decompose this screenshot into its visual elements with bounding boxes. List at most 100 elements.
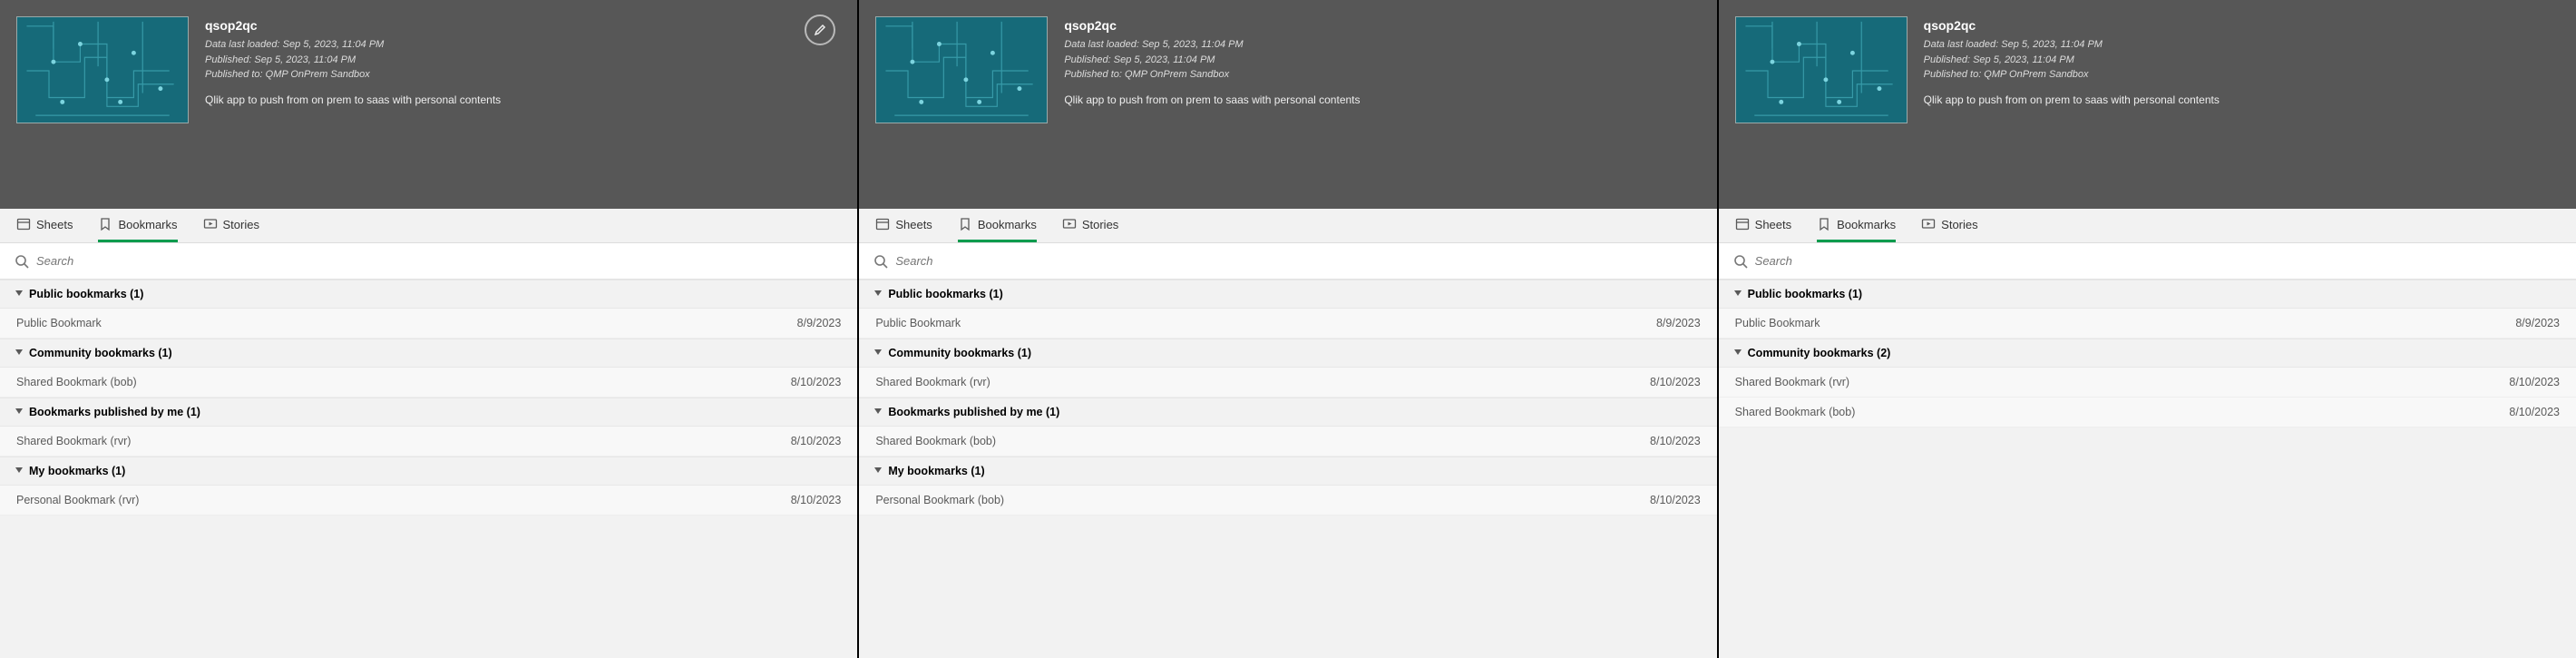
section-header[interactable]: Community bookmarks (1) xyxy=(0,339,857,368)
search-input[interactable] xyxy=(36,254,843,268)
stories-icon xyxy=(1921,217,1936,231)
bookmark-date: 8/10/2023 xyxy=(791,435,842,447)
section-header[interactable]: Bookmarks published by me (1) xyxy=(0,398,857,427)
tab-bookmarks[interactable]: Bookmarks xyxy=(958,209,1037,242)
section-header[interactable]: Public bookmarks (1) xyxy=(859,280,1716,309)
section-header[interactable]: Community bookmarks (2) xyxy=(1719,339,2576,368)
app-header: qsop2qcData last loaded: Sep 5, 2023, 11… xyxy=(859,0,1716,209)
bookmark-item[interactable]: Shared Bookmark (bob)8/10/2023 xyxy=(1719,398,2576,427)
app-title: qsop2qc xyxy=(1924,16,2220,35)
tab-stories[interactable]: Stories xyxy=(1921,209,1977,242)
bookmark-date: 8/9/2023 xyxy=(1656,317,1701,329)
app-header: qsop2qc Data last loaded: Sep 5, 2023, 11… xyxy=(1719,0,2576,209)
app-description: Qlik app to push from on prem to saas wi… xyxy=(1064,92,1360,108)
app-panel: qsop2qcData last loaded: Sep 5, 2023, 11… xyxy=(859,0,1718,658)
disclosure-icon xyxy=(873,288,883,300)
bookmark-item[interactable]: Public Bookmark8/9/2023 xyxy=(0,309,857,339)
bookmark-name: Shared Bookmark (rvr) xyxy=(16,435,131,447)
app-thumbnail xyxy=(875,16,1048,123)
section-header[interactable]: Community bookmarks (1) xyxy=(859,339,1716,368)
bookmark-item[interactable]: Shared Bookmark (bob)8/10/2023 xyxy=(0,368,857,398)
tab-label: Bookmarks xyxy=(118,218,177,231)
section-header[interactable]: My bookmarks (1) xyxy=(0,457,857,486)
app-published: Published: Sep 5, 2023, 11:04 PM xyxy=(1064,53,1360,68)
bookmark-item[interactable]: Public Bookmark8/9/2023 xyxy=(1719,309,2576,339)
tab-sheets[interactable]: Sheets xyxy=(875,209,932,242)
bookmarks-icon xyxy=(98,217,112,231)
section-title: My bookmarks (1) xyxy=(29,465,125,477)
tab-stories[interactable]: Stories xyxy=(203,209,259,242)
bookmark-name: Personal Bookmark (rvr) xyxy=(16,494,139,506)
search-input[interactable] xyxy=(895,254,1702,268)
disclosure-icon xyxy=(873,465,883,477)
disclosure-icon xyxy=(1733,288,1742,300)
app-last-loaded: Data last loaded: Sep 5, 2023, 11:04 PM xyxy=(205,37,501,53)
bookmark-item[interactable]: Personal Bookmark (rvr) 8/10/2023 xyxy=(0,486,857,516)
search-input[interactable] xyxy=(1755,254,2561,268)
section-header[interactable]: Public bookmarks (1) xyxy=(0,280,857,309)
stories-icon xyxy=(1062,217,1077,231)
tab-label: Bookmarks xyxy=(978,218,1037,231)
app-last-loaded: Data last loaded: Sep 5, 2023, 11:04 PM xyxy=(1924,37,2220,53)
bookmark-item[interactable]: Public Bookmark 8/9/2023 xyxy=(859,309,1716,339)
edit-button[interactable] xyxy=(805,15,835,45)
section-title: Public bookmarks (1) xyxy=(1748,288,1862,300)
bookmark-date: 8/9/2023 xyxy=(797,317,842,329)
bookmark-item[interactable]: Shared Bookmark (rvr)8/10/2023 xyxy=(1719,368,2576,398)
app-published: Published: Sep 5, 2023, 11:04 PM xyxy=(1924,53,2220,68)
tabs-bar: Sheets Bookmarks Stories xyxy=(859,209,1716,243)
tab-stories[interactable]: Stories xyxy=(1062,209,1118,242)
section-title: Public bookmarks (1) xyxy=(888,288,1002,300)
sheets-icon xyxy=(875,217,890,231)
bookmark-item[interactable]: Shared Bookmark (rvr) 8/10/2023 xyxy=(0,427,857,457)
disclosure-icon xyxy=(873,406,883,418)
bookmark-date: 8/10/2023 xyxy=(2509,376,2560,388)
app-header: qsop2qc Data last loaded: Sep 5, 2023, 11… xyxy=(0,0,857,209)
section-header[interactable]: Bookmarks published by me (1) xyxy=(859,398,1716,427)
bookmark-name: Shared Bookmark (bob) xyxy=(875,435,996,447)
bookmark-item[interactable]: Personal Bookmark (bob) 8/10/2023 xyxy=(859,486,1716,516)
section-title: Community bookmarks (1) xyxy=(29,347,172,359)
tab-bookmarks[interactable]: Bookmarks xyxy=(1817,209,1896,242)
section-header[interactable]: My bookmarks (1) xyxy=(859,457,1716,486)
sheets-icon xyxy=(16,217,31,231)
disclosure-icon xyxy=(15,406,24,418)
app-panel: qsop2qc Data last loaded: Sep 5, 2023, 11… xyxy=(1719,0,2576,658)
tab-label: Stories xyxy=(1082,218,1118,231)
bookmark-date: 8/10/2023 xyxy=(1650,494,1701,506)
app-title: qsop2qc xyxy=(1064,16,1360,35)
tabs-bar: Sheets Bookmarks Stories xyxy=(1719,209,2576,243)
tab-sheets[interactable]: Sheets xyxy=(1735,209,1791,242)
bookmark-date: 8/10/2023 xyxy=(1650,376,1701,388)
app-panel: qsop2qc Data last loaded: Sep 5, 2023, 11… xyxy=(0,0,859,658)
section-title: Community bookmarks (2) xyxy=(1748,347,1891,359)
bookmark-name: Shared Bookmark (bob) xyxy=(1735,406,1856,418)
search-bar xyxy=(1719,243,2576,280)
bookmark-date: 8/10/2023 xyxy=(791,494,842,506)
search-icon xyxy=(873,254,888,269)
tab-bookmarks[interactable]: Bookmarks xyxy=(98,209,177,242)
stories-icon xyxy=(203,217,218,231)
tab-label: Sheets xyxy=(1755,218,1791,231)
sheets-icon xyxy=(1735,217,1750,231)
app-meta: qsop2qcData last loaded: Sep 5, 2023, 11… xyxy=(1064,16,1360,192)
disclosure-icon xyxy=(15,288,24,300)
bookmark-item[interactable]: Shared Bookmark (rvr)8/10/2023 xyxy=(859,368,1716,398)
tab-label: Stories xyxy=(1941,218,1977,231)
section-header[interactable]: Public bookmarks (1) xyxy=(1719,280,2576,309)
bookmark-name: Public Bookmark xyxy=(1735,317,1820,329)
app-thumbnail xyxy=(1735,16,1908,123)
bookmark-name: Public Bookmark xyxy=(875,317,961,329)
bookmarks-icon xyxy=(958,217,972,231)
bookmark-item[interactable]: Shared Bookmark (bob) 8/10/2023 xyxy=(859,427,1716,457)
bookmark-name: Shared Bookmark (bob) xyxy=(16,376,137,388)
search-icon xyxy=(15,254,29,269)
bookmark-date: 8/10/2023 xyxy=(1650,435,1701,447)
tab-sheets[interactable]: Sheets xyxy=(16,209,73,242)
app-meta: qsop2qc Data last loaded: Sep 5, 2023, 11… xyxy=(1924,16,2220,192)
section-title: Community bookmarks (1) xyxy=(888,347,1031,359)
bookmark-name: Personal Bookmark (bob) xyxy=(875,494,1004,506)
disclosure-icon xyxy=(15,465,24,477)
app-title: qsop2qc xyxy=(205,16,501,35)
section-title: Public bookmarks (1) xyxy=(29,288,143,300)
